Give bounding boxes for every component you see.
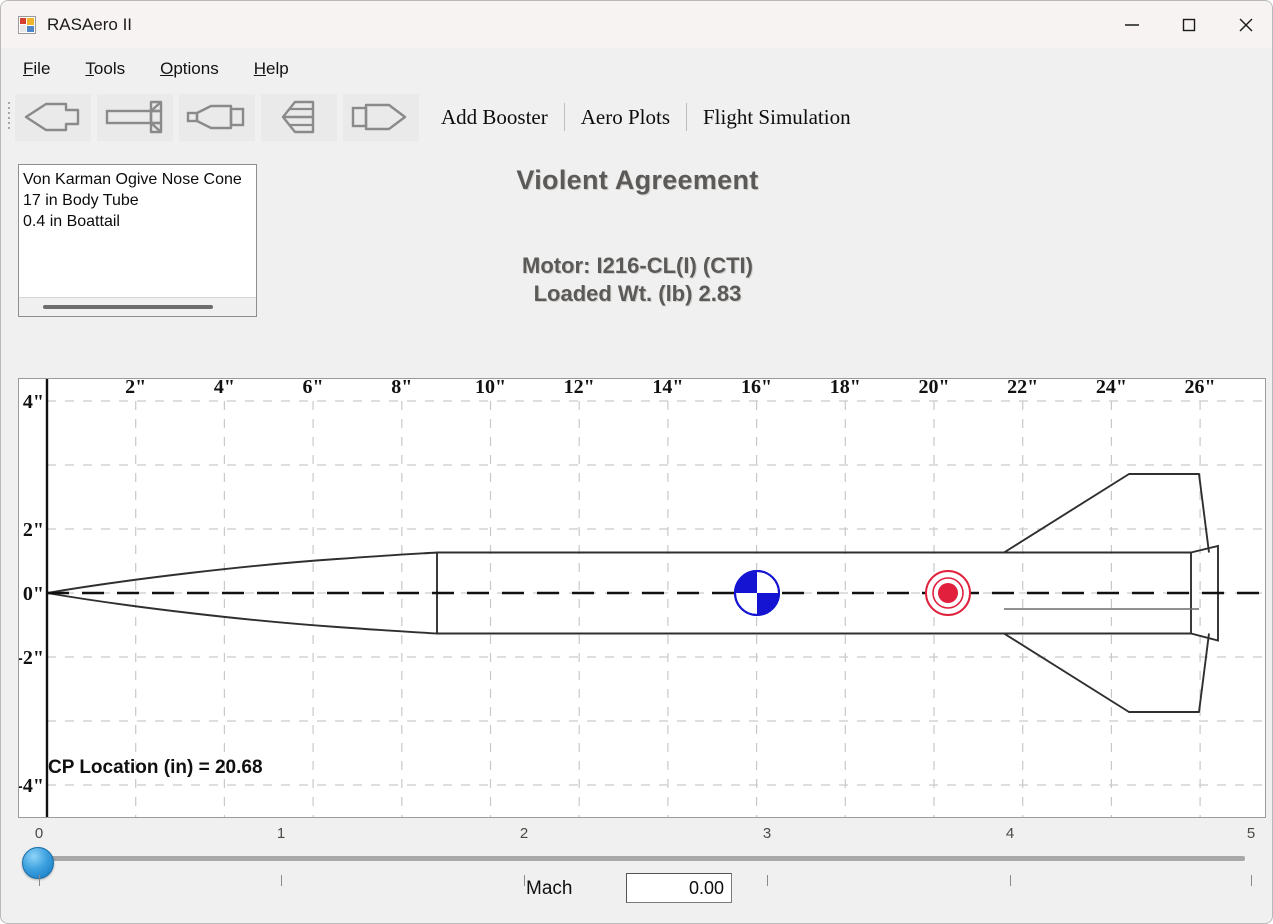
cp-marker <box>925 570 971 616</box>
window-controls <box>1103 1 1272 48</box>
menu-help-rest: elp <box>265 59 289 78</box>
slider-tick-2: 2 <box>519 825 529 842</box>
rasaero-window: RASAero II File Tools Options Help Add B… <box>0 0 1273 924</box>
maximize-icon[interactable] <box>1160 1 1217 48</box>
svg-text:8": 8" <box>391 379 412 398</box>
cp-location-label: CP Location (in) = 20.68 <box>48 757 263 778</box>
motor-info: Motor: I216-CL(I) (CTI) <box>522 253 753 278</box>
svg-text:10": 10" <box>475 379 506 398</box>
menu-file-rest: ile <box>33 59 51 78</box>
menu-options-rest: ptions <box>173 59 219 78</box>
slider-tick-1: 1 <box>276 825 286 842</box>
slider-tick-5: 5 <box>1246 825 1256 842</box>
menu-bar: File Tools Options Help <box>1 48 1272 90</box>
svg-text:20": 20" <box>918 379 949 398</box>
svg-text:-2": -2" <box>19 647 44 669</box>
svg-text:16": 16" <box>741 379 772 398</box>
y-tick-labels: 4" 2" 0" -2" -4" <box>19 391 44 797</box>
svg-text:-4": -4" <box>19 775 44 797</box>
svg-text:2": 2" <box>23 519 44 541</box>
menu-item-file[interactable]: File <box>23 59 50 79</box>
aero-plots-button[interactable]: Aero Plots <box>565 105 686 130</box>
toolbar-grip[interactable] <box>4 97 15 137</box>
svg-text:26": 26" <box>1185 379 1216 398</box>
slider-tick-0: 0 <box>34 825 44 842</box>
svg-text:14": 14" <box>652 379 683 398</box>
mach-slider-panel: 0 1 2 3 4 5 Mach 0.00 <box>11 823 1264 915</box>
plot-canvas: 2" 4" 6" 8" 10" 12" 14" 16" 18" 20" 22" … <box>19 379 1265 817</box>
menu-item-options[interactable]: Options <box>160 59 219 79</box>
app-icon <box>18 15 36 34</box>
svg-text:4": 4" <box>214 379 235 398</box>
body-tube-fins-icon[interactable] <box>97 93 173 141</box>
menu-item-help[interactable]: Help <box>254 59 289 79</box>
rocket-profile-plot: 2" 4" 6" 8" 10" 12" 14" 16" 18" 20" 22" … <box>18 378 1266 818</box>
svg-text:4": 4" <box>23 391 44 413</box>
transition-icon[interactable] <box>179 93 255 141</box>
svg-text:12": 12" <box>564 379 595 398</box>
slider-tick-labels: 0 1 2 3 4 5 <box>11 823 1264 845</box>
boattail-icon[interactable] <box>343 93 419 141</box>
slider-tick-4: 4 <box>1005 825 1015 842</box>
window-title: RASAero II <box>47 14 133 34</box>
minimize-icon[interactable] <box>1103 1 1160 48</box>
x-tick-labels: 2" 4" 6" 8" 10" 12" 14" 16" 18" 20" 22" … <box>125 379 1216 398</box>
loaded-weight-info: Loaded Wt. (lb) 2.83 <box>533 281 742 306</box>
list-item[interactable]: 0.4 in Boattail <box>23 211 256 232</box>
close-icon[interactable] <box>1217 1 1272 48</box>
add-booster-button[interactable]: Add Booster <box>425 105 564 130</box>
svg-text:2": 2" <box>125 379 146 398</box>
slider-tick-3: 3 <box>762 825 772 842</box>
flight-simulation-button[interactable]: Flight Simulation <box>687 105 867 130</box>
title-bar: RASAero II <box>1 1 1272 48</box>
svg-text:24": 24" <box>1096 379 1127 398</box>
mach-input[interactable]: 0.00 <box>626 873 732 903</box>
menu-tools-rest: ools <box>93 59 126 78</box>
mach-label: Mach <box>526 878 573 899</box>
mach-value: 0.00 <box>688 878 724 898</box>
svg-text:18": 18" <box>830 379 861 398</box>
fin-set-icon[interactable] <box>261 93 337 141</box>
nose-cone-icon[interactable] <box>15 93 91 141</box>
svg-text:22": 22" <box>1007 379 1038 398</box>
svg-text:6": 6" <box>303 379 324 398</box>
toolbar: Add Booster Aero Plots Flight Simulation <box>1 90 1272 144</box>
menu-item-tools[interactable]: Tools <box>85 59 125 79</box>
cg-marker <box>734 570 780 616</box>
svg-text:0": 0" <box>23 583 44 605</box>
slider-track[interactable] <box>29 856 1245 861</box>
rocket-name: Violent Agreement <box>516 165 759 195</box>
